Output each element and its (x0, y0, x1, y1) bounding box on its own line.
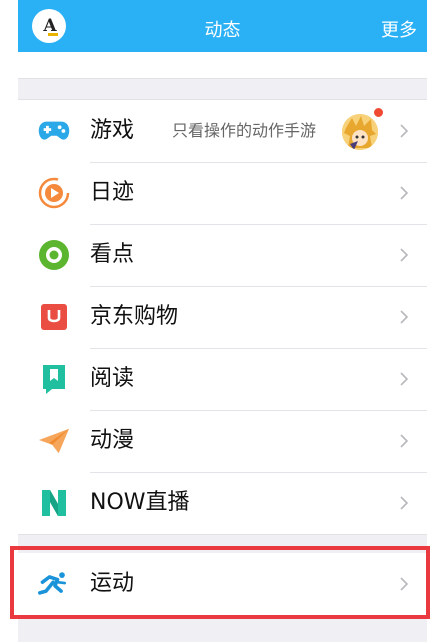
list-item-now-live[interactable]: NOW直播 (18, 472, 427, 534)
list-item-label: NOW直播 (90, 490, 190, 515)
list-item-kandian[interactable]: 看点 (18, 224, 427, 286)
highlight-box (10, 546, 430, 619)
eye-icon (38, 239, 70, 271)
bookmark-book-icon (38, 363, 70, 395)
list-item-label: 看点 (90, 242, 135, 267)
feature-list: 游戏 只看操作的动作手游 日迹 看点 京东购物 阅读 动漫 NOW直播 (18, 99, 427, 535)
notification-dot (373, 107, 384, 118)
more-button[interactable]: 更多 (381, 16, 417, 42)
list-item-comic[interactable]: 动漫 (18, 410, 427, 472)
page-title: 动态 (204, 20, 241, 41)
play-circle-icon (38, 177, 70, 209)
list-item-label: 阅读 (90, 366, 135, 391)
list-item-reading[interactable]: 阅读 (18, 348, 427, 410)
now-live-icon (38, 487, 70, 519)
list-item-label: 动漫 (90, 428, 135, 453)
top-strip (18, 52, 427, 79)
paper-plane-icon (38, 425, 70, 457)
list-item-jd[interactable]: 京东购物 (18, 286, 427, 348)
list-item-label: 京东购物 (90, 304, 179, 329)
list-item-game[interactable]: 游戏 只看操作的动作手游 (18, 100, 427, 162)
list-item-diary[interactable]: 日迹 (18, 162, 427, 224)
list-item-label: 游戏 (90, 118, 135, 143)
jd-shopping-icon (38, 301, 70, 333)
list-item-label: 日迹 (90, 180, 135, 205)
top-bar: A 动态 更多 (18, 0, 427, 52)
chevron-right-icon (400, 248, 409, 262)
chevron-right-icon (400, 310, 409, 324)
gamepad-icon (38, 115, 70, 147)
chevron-right-icon (400, 186, 409, 200)
list-item-subtitle: 只看操作的动作手游 (172, 121, 317, 140)
game-thumbnail-image (342, 114, 378, 150)
chevron-right-icon (400, 496, 409, 510)
chevron-right-icon (400, 124, 409, 138)
chevron-right-icon (400, 434, 409, 448)
chevron-right-icon (400, 372, 409, 386)
